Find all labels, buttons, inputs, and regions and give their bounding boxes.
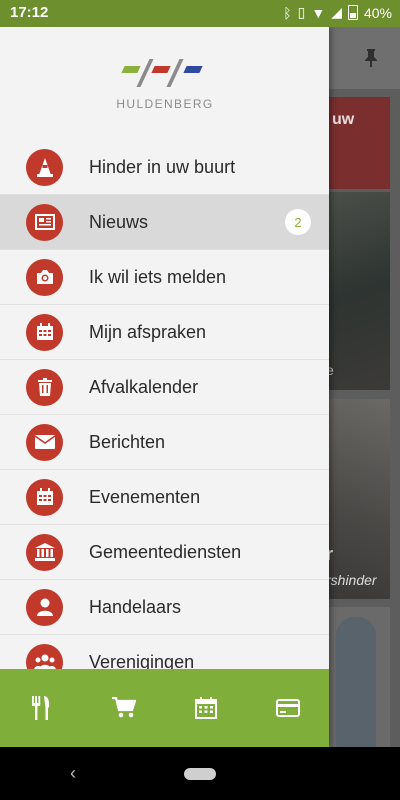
calendar-icon — [26, 478, 63, 516]
user-icon — [26, 588, 63, 626]
menu-item-evenementen[interactable]: Evenementen — [0, 470, 329, 525]
menu-item-berichten[interactable]: Berichten — [0, 415, 329, 470]
navigation-drawer: HULDENBERG Hinder in uw buurt Nieuws 2 I… — [0, 27, 329, 747]
calendar-icon — [26, 313, 63, 351]
cart-icon[interactable] — [111, 695, 137, 721]
drawer-bottom-bar — [0, 669, 329, 747]
background-card-subtitle: rshinder — [326, 572, 377, 588]
menu-item-label: Handelaars — [89, 596, 182, 617]
logo-text: HULDENBERG — [116, 97, 214, 111]
camera-icon — [26, 258, 63, 296]
background-red-card-text: uw — [332, 111, 355, 128]
menu-item-afspraken[interactable]: Mijn afspraken — [0, 305, 329, 360]
home-pill[interactable] — [184, 768, 216, 780]
background-photo-card: e — [326, 192, 390, 390]
bluetooth-icon: ᛒ — [283, 4, 292, 21]
background-toolbar — [328, 27, 400, 89]
background-photo-card — [328, 607, 390, 747]
battery-icon — [347, 5, 358, 20]
background-photo-card: r rshinder — [326, 399, 390, 599]
menu-item-label: Hinder in uw buurt — [89, 156, 236, 177]
newspaper-icon — [26, 203, 63, 241]
menu-item-nieuws[interactable]: Nieuws 2 — [0, 195, 329, 250]
menu-item-gemeentediensten[interactable]: Gemeentediensten — [0, 525, 329, 580]
person-photo — [336, 617, 376, 747]
menu-item-handelaars[interactable]: Handelaars — [0, 580, 329, 635]
envelope-icon — [26, 423, 63, 461]
signal-icon: ◢ — [331, 4, 342, 20]
trash-icon — [26, 368, 63, 406]
pin-icon — [365, 49, 377, 67]
unread-count-badge: 2 — [285, 209, 311, 235]
status-time: 17:12 — [10, 4, 49, 21]
menu-item-label: Ik wil iets melden — [89, 266, 227, 287]
menu-item-label: Afvalkalender — [89, 376, 199, 397]
building-icon — [26, 533, 63, 571]
menu-item-hinder[interactable]: Hinder in uw buurt — [0, 140, 329, 195]
back-icon[interactable]: ‹ — [70, 763, 76, 784]
fork-knife-icon[interactable] — [28, 695, 54, 721]
calendar-icon[interactable] — [193, 695, 219, 721]
menu-item-label: Mijn afspraken — [89, 321, 207, 342]
status-bar: 17:12 ᛒ ▯ ▼ ◢ 40% — [0, 0, 400, 27]
credit-card-icon[interactable] — [275, 695, 301, 721]
status-icons: ᛒ ▯ ▼ ◢ 40% — [283, 4, 392, 21]
menu-item-label: Gemeentediensten — [89, 541, 242, 562]
menu-item-label: Berichten — [89, 431, 166, 452]
battery-percent: 40% — [363, 4, 392, 21]
menu-item-melden[interactable]: Ik wil iets melden — [0, 250, 329, 305]
system-navigation-bar: ‹ — [0, 747, 400, 800]
menu-item-label: Evenementen — [89, 486, 201, 507]
vibrate-icon: ▯ — [297, 4, 306, 20]
menu-item-afvalkalender[interactable]: Afvalkalender — [0, 360, 329, 415]
traffic-cone-icon — [26, 148, 63, 186]
wifi-icon: ▼ — [311, 4, 326, 21]
huldenberg-logo: HULDENBERG — [115, 53, 215, 119]
menu-item-label: Nieuws — [89, 211, 149, 232]
